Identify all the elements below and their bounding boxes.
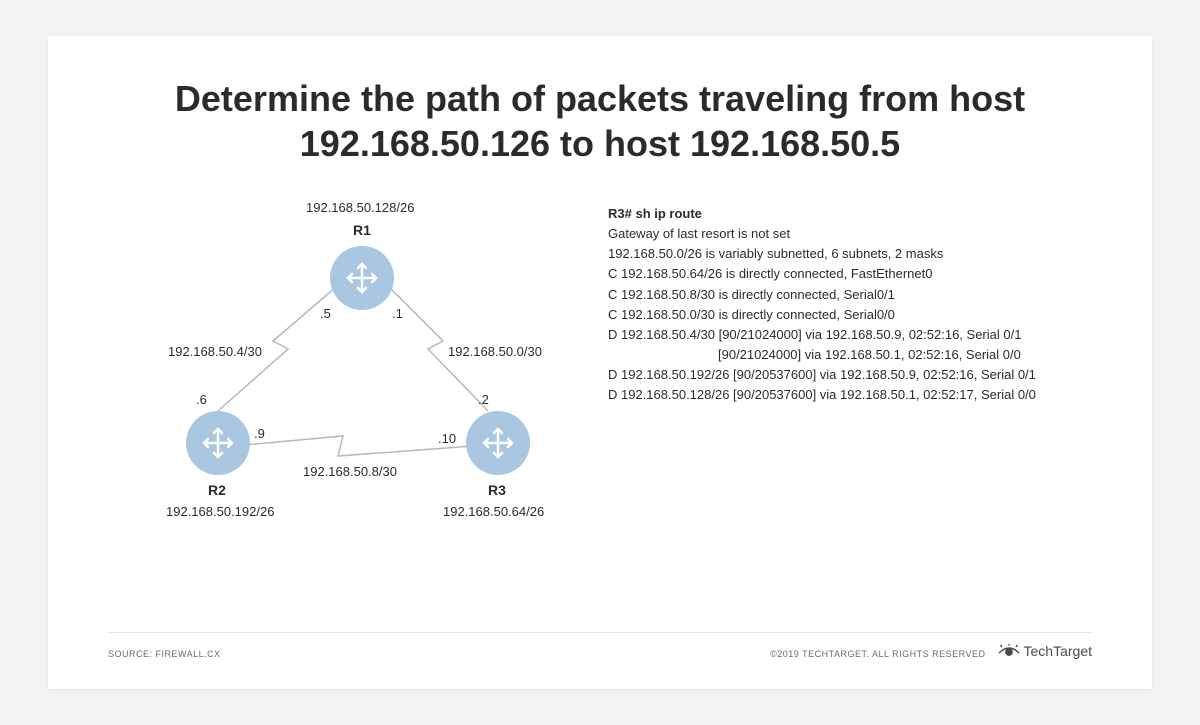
footer-copyright: ©2019 TECHTARGET. ALL RIGHTS RESERVED xyxy=(770,649,985,659)
router-r3 xyxy=(466,411,530,475)
r2-label: R2 xyxy=(208,482,226,498)
r2-bottom-subnet: 192.168.50.192/26 xyxy=(166,504,274,519)
footer: SOURCE: FIREWALL.CX ©2019 TECHTARGET. AL… xyxy=(108,632,1092,659)
route-line: D 192.168.50.4/30 [90/21024000] via 192.… xyxy=(608,325,1092,345)
router-arrows-icon xyxy=(342,258,382,298)
techtarget-logo: TechTarget xyxy=(998,643,1092,659)
r1-label: R1 xyxy=(353,222,371,238)
route-line: [90/21024000] via 192.168.50.1, 02:52:16… xyxy=(608,345,1092,365)
route-line: C 192.168.50.64/26 is directly connected… xyxy=(608,264,1092,284)
router-arrows-icon xyxy=(478,423,518,463)
footer-right: ©2019 TECHTARGET. ALL RIGHTS RESERVED Te… xyxy=(770,643,1092,659)
route-prompt: R3# sh ip route xyxy=(608,204,1092,224)
route-output: R3# sh ip route Gateway of last resort i… xyxy=(608,196,1092,622)
r3-label: R3 xyxy=(488,482,506,498)
brand-text: TechTarget xyxy=(1024,643,1092,659)
route-line: 192.168.50.0/26 is variably subnetted, 6… xyxy=(608,244,1092,264)
r2-int-top: .6 xyxy=(196,392,207,407)
card: Determine the path of packets traveling … xyxy=(48,36,1152,689)
link-r2-r3-subnet: 192.168.50.8/30 xyxy=(303,464,397,479)
content-row: 192.168.50.128/26 R1 .5 .1 .6 .9 xyxy=(108,196,1092,622)
r3-int-left: .10 xyxy=(438,431,456,446)
route-line: C 192.168.50.8/30 is directly connected,… xyxy=(608,285,1092,305)
route-line: C 192.168.50.0/30 is directly connected,… xyxy=(608,305,1092,325)
network-diagram: 192.168.50.128/26 R1 .5 .1 .6 .9 xyxy=(108,196,568,596)
r3-int-top: .2 xyxy=(478,392,489,407)
r1-int-right: .1 xyxy=(392,306,403,321)
diagram-column: 192.168.50.128/26 R1 .5 .1 .6 .9 xyxy=(108,196,568,622)
route-line: D 192.168.50.192/26 [90/20537600] via 19… xyxy=(608,365,1092,385)
router-arrows-icon xyxy=(198,423,238,463)
router-r1 xyxy=(330,246,394,310)
link-r1-r3-subnet: 192.168.50.0/30 xyxy=(448,344,542,359)
r1-top-subnet: 192.168.50.128/26 xyxy=(306,200,414,215)
route-line: D 192.168.50.128/26 [90/20537600] via 19… xyxy=(608,385,1092,405)
router-r2 xyxy=(186,411,250,475)
footer-source: SOURCE: FIREWALL.CX xyxy=(108,649,221,659)
eye-icon xyxy=(998,644,1020,658)
r1-int-left: .5 xyxy=(320,306,331,321)
r2-int-right: .9 xyxy=(254,426,265,441)
link-r1-r2-subnet: 192.168.50.4/30 xyxy=(168,344,262,359)
page-title: Determine the path of packets traveling … xyxy=(108,76,1092,166)
r3-bottom-subnet: 192.168.50.64/26 xyxy=(443,504,544,519)
route-gw: Gateway of last resort is not set xyxy=(608,224,1092,244)
